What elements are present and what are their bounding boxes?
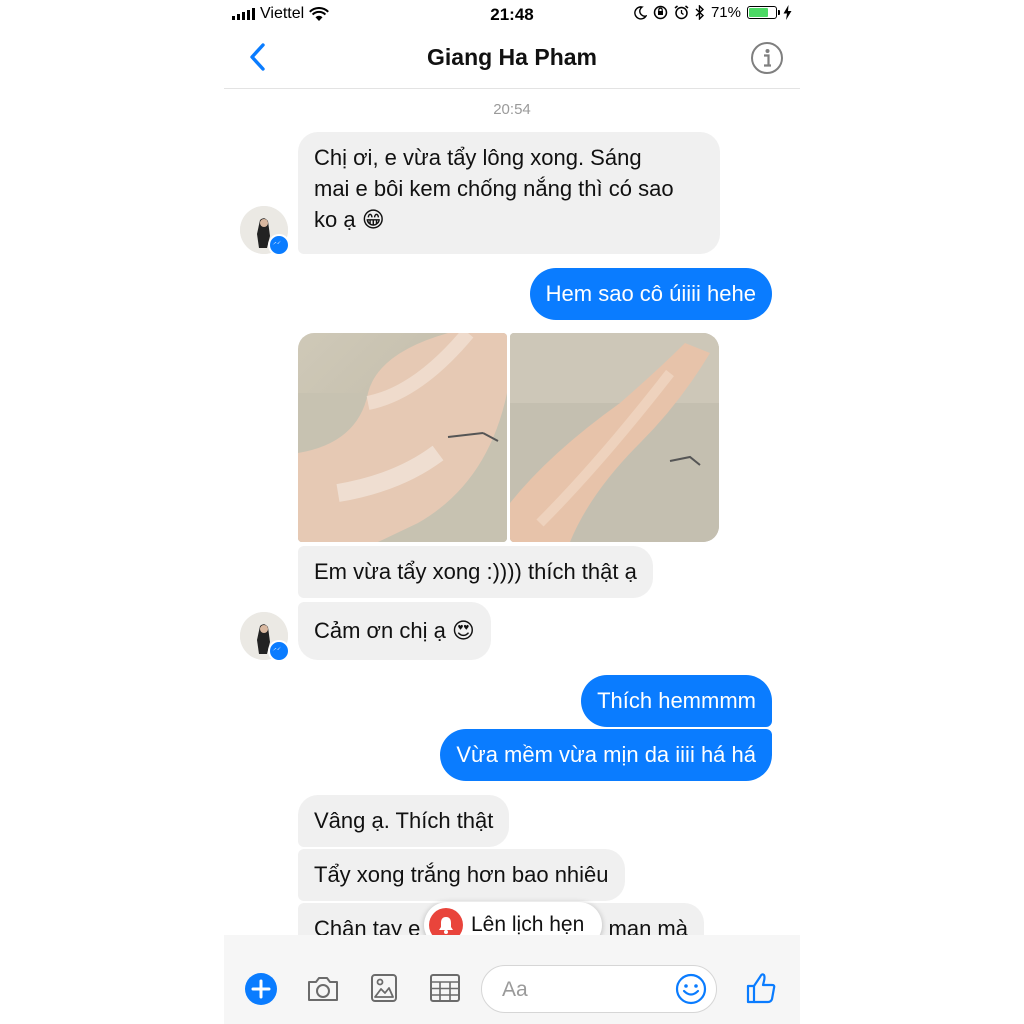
conversation-header: Giang Ha Pham: [224, 30, 800, 89]
battery-icon: [747, 6, 780, 19]
message-bubble-incoming[interactable]: Em vừa tẩy xong :)))) thích thật ạ: [298, 546, 653, 598]
avatar[interactable]: [240, 206, 290, 256]
message-bubble-incoming[interactable]: Cảm ơn chị ạ 😍: [298, 602, 491, 660]
contact-name[interactable]: Giang Ha Pham: [224, 44, 800, 71]
messenger-badge-icon: [268, 640, 290, 662]
message-bubble-outgoing[interactable]: Vừa mềm vừa mịn da iiii há há: [440, 729, 772, 781]
message-line: mai e bôi kem chống nắng thì có sao: [314, 176, 674, 201]
message-bubble-incoming[interactable]: Tẩy xong trắng hơn bao nhiêu: [298, 849, 625, 901]
leg-photo-image: [298, 333, 507, 542]
status-bar: Viettel 21:48 71%: [224, 0, 800, 30]
message-bubble-incoming[interactable]: Vâng ạ. Thích thật: [298, 795, 510, 847]
message-line: Chị ơi, e vừa tẩy lông xong. Sáng: [314, 145, 642, 170]
message-input-box[interactable]: [481, 965, 717, 1013]
message-bubble-outgoing[interactable]: Thích hemmmm: [581, 675, 772, 727]
grid-icon[interactable]: [429, 973, 461, 1003]
plus-icon[interactable]: [244, 972, 278, 1006]
bluetooth-icon: [695, 5, 704, 20]
message-bubble-outgoing[interactable]: Hem sao cô úiiii hehe: [529, 268, 772, 320]
arm-photo-image: [510, 333, 719, 542]
emoji-icon[interactable]: [674, 972, 708, 1006]
message-composer: [224, 935, 800, 1024]
thumbs-up-icon[interactable]: [744, 971, 778, 1005]
messenger-screen: Viettel 21:48 71% Giang Ha Pham 20:54 Ch…: [224, 0, 800, 1024]
messenger-badge-icon: [268, 234, 290, 256]
moon-icon: [634, 5, 647, 20]
camera-icon[interactable]: [306, 975, 340, 1003]
battery-percent: 71%: [710, 4, 741, 21]
avatar[interactable]: [240, 612, 290, 662]
schedule-appointment-label: Lên lịch hẹn: [471, 913, 585, 936]
message-line: ko ạ 😁: [314, 207, 385, 232]
message-bubble-incoming[interactable]: Chị ơi, e vừa tẩy lông xong. Sáng mai e …: [298, 132, 720, 254]
alarm-icon: [674, 5, 689, 20]
shared-photo-2[interactable]: [510, 333, 719, 542]
gallery-icon[interactable]: [370, 973, 398, 1003]
info-icon[interactable]: [750, 41, 784, 75]
message-input[interactable]: [500, 976, 674, 1004]
status-right: 71%: [633, 4, 792, 21]
charging-icon: [783, 5, 792, 20]
shared-photo-1[interactable]: [298, 333, 507, 542]
message-timestamp: 20:54: [493, 101, 531, 118]
rotation-lock-icon: [653, 5, 668, 20]
